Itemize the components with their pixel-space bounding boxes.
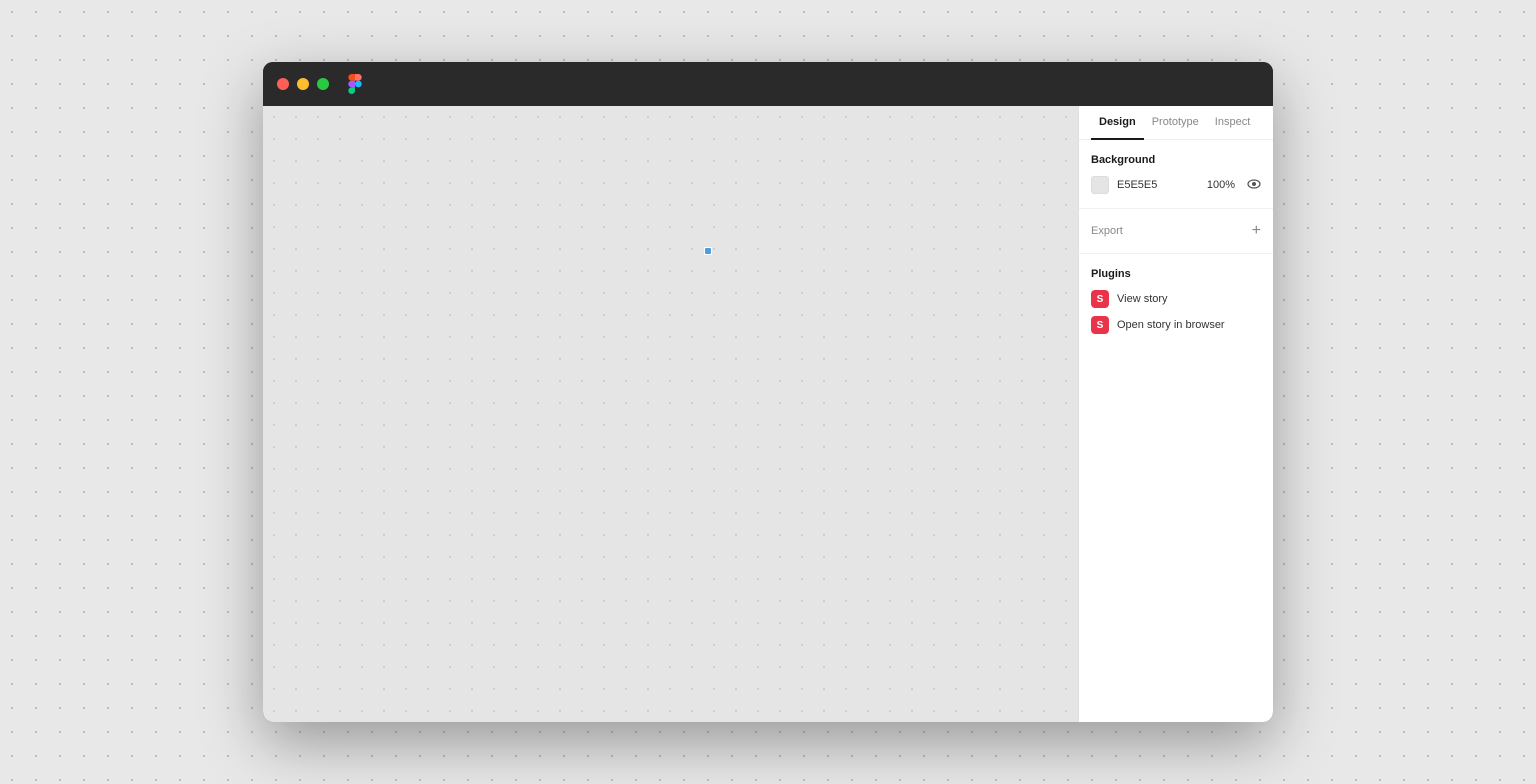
plugin-icon-1: S [1091, 290, 1109, 308]
add-export-icon[interactable]: + [1252, 223, 1261, 239]
plugins-title: Plugins [1091, 268, 1261, 280]
right-panel: Design Prototype Inspect Background E5E5… [1078, 106, 1273, 722]
figma-logo [345, 74, 365, 94]
plugin-open-story[interactable]: S Open story in browser [1091, 316, 1261, 334]
eye-icon[interactable] [1247, 176, 1261, 194]
main-area: Average nightly price: $54 [263, 106, 1273, 722]
color-opacity: 100% [1207, 179, 1235, 191]
canvas[interactable]: Average nightly price: $54 [263, 106, 1078, 722]
tab-inspect[interactable]: Inspect [1207, 106, 1258, 140]
background-section: Background E5E5E5 100% [1079, 140, 1273, 209]
color-hex[interactable]: E5E5E5 [1117, 179, 1199, 191]
close-button[interactable] [277, 78, 289, 90]
window-controls [277, 78, 329, 90]
maximize-button[interactable] [317, 78, 329, 90]
minimize-button[interactable] [297, 78, 309, 90]
tab-design[interactable]: Design [1091, 106, 1144, 140]
background-row: E5E5E5 100% [1091, 176, 1261, 194]
titlebar [263, 62, 1273, 106]
export-label: Export [1091, 225, 1123, 237]
plugin-view-story[interactable]: S View story [1091, 290, 1261, 308]
plugin-label-2: Open story in browser [1117, 319, 1225, 331]
background-title: Background [1091, 154, 1261, 166]
export-section: Export + [1079, 209, 1273, 254]
handle-br[interactable] [704, 247, 712, 255]
plugin-label-1: View story [1117, 293, 1168, 305]
plugins-section: Plugins S View story S Open story in bro… [1079, 254, 1273, 356]
tab-prototype[interactable]: Prototype [1144, 106, 1207, 140]
export-row: Export + [1091, 223, 1261, 239]
plugin-icon-2: S [1091, 316, 1109, 334]
panel-tabs: Design Prototype Inspect [1079, 106, 1273, 140]
color-swatch[interactable] [1091, 176, 1109, 194]
app-window: Average nightly price: $54 [263, 62, 1273, 722]
